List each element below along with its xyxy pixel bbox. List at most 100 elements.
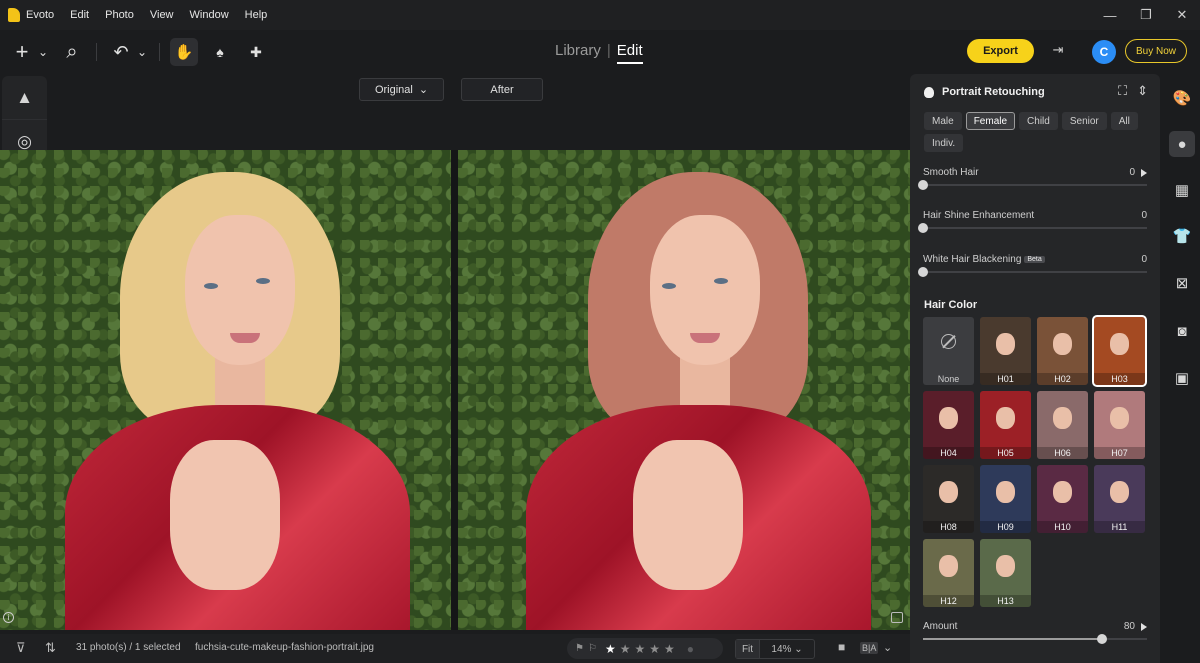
expand-arrow-icon[interactable] <box>1141 622 1147 631</box>
swatch-label: H11 <box>1094 521 1145 533</box>
chip-all[interactable]: All <box>1110 112 1138 130</box>
slider-handle[interactable] <box>1097 634 1108 644</box>
unflag-icon[interactable]: ⚐ <box>588 643 597 654</box>
slider-label: Amount <box>923 621 958 632</box>
face-select-icon[interactable]: ⛶ <box>1118 83 1127 99</box>
hair-swatch[interactable]: H06 <box>1037 391 1088 459</box>
hair-swatch[interactable]: H12 <box>923 539 974 607</box>
hair-swatch[interactable]: H07 <box>1094 391 1145 459</box>
slider-track[interactable] <box>923 227 1147 229</box>
undo-caret-icon[interactable]: ⌄ <box>135 38 149 66</box>
background-icon[interactable]: ▦ <box>1169 177 1195 203</box>
add-icon[interactable]: + <box>8 38 36 66</box>
hair-swatch[interactable]: H11 <box>1094 465 1145 533</box>
undo-icon[interactable]: ↶ <box>107 38 135 66</box>
tab-edit[interactable]: Edit <box>616 42 643 64</box>
zoom-select[interactable]: 14% ⌄ <box>760 644 814 655</box>
slider-handle[interactable] <box>918 267 928 277</box>
swatch-label: H13 <box>980 595 1031 607</box>
hair-swatch[interactable]: H05 <box>980 391 1031 459</box>
hair-swatch[interactable]: H10 <box>1037 465 1088 533</box>
chip-child[interactable]: Child <box>1019 112 1058 130</box>
hair-shine-value[interactable]: 0 <box>1141 210 1147 221</box>
hair-swatch[interactable]: H03 <box>1092 315 1147 387</box>
slider-track[interactable] <box>923 184 1147 186</box>
split-view-icon[interactable] <box>891 612 903 623</box>
restore-icon[interactable]: ❐ <box>1128 0 1164 30</box>
export-panel-icon[interactable]: ⇥ <box>1049 41 1067 59</box>
minimize-icon[interactable]: — <box>1092 0 1128 30</box>
menu-window[interactable]: Window <box>190 9 229 21</box>
avatar[interactable]: C <box>1092 40 1116 64</box>
slider-handle[interactable] <box>918 180 928 190</box>
star-icon[interactable]: ★ <box>620 642 631 656</box>
chip-female[interactable]: Female <box>965 112 1016 130</box>
color-label-icon[interactable]: ● <box>687 642 694 656</box>
hair-swatch[interactable]: None <box>923 317 974 385</box>
collapse-icon[interactable]: ⇕ <box>1137 83 1148 99</box>
star-icon[interactable]: ★ <box>634 642 645 656</box>
menu-evoto[interactable]: Evoto <box>26 9 54 21</box>
buy-now-button[interactable]: Buy Now <box>1125 39 1187 63</box>
bandage-icon[interactable]: ✚ <box>242 38 270 66</box>
hair-swatch[interactable]: H04 <box>923 391 974 459</box>
crop-icon[interactable]: ⊠ <box>1169 270 1195 296</box>
folder-view-icon[interactable]: ▣ <box>1169 365 1195 391</box>
close-icon[interactable]: ✕ <box>1164 0 1200 30</box>
right-tool-rail: 🎨 ● ▦ 👕 ⊠ ◙ ▣ <box>1162 74 1200 663</box>
search-icon[interactable]: ⌕ <box>58 38 86 66</box>
after-button[interactable]: After <box>461 78 543 101</box>
white-hair-label: White Hair Blackening <box>923 254 1022 265</box>
info-icon[interactable]: i <box>3 612 14 623</box>
expand-arrow-icon[interactable] <box>1141 168 1147 177</box>
swatch-label: H05 <box>980 447 1031 459</box>
slider-value: 0 <box>1141 210 1147 221</box>
slider-handle[interactable] <box>918 223 928 233</box>
adjust-icon[interactable]: ▲ <box>2 76 47 120</box>
star-icon[interactable]: ★ <box>649 642 660 656</box>
white-hair-value[interactable]: 0 <box>1141 254 1147 265</box>
photo-original[interactable] <box>0 150 451 630</box>
hair-swatch[interactable]: H08 <box>923 465 974 533</box>
panel-title: Portrait Retouching <box>924 86 1045 98</box>
star-rating[interactable]: ★ ★ ★ ★ ★ <box>605 642 675 656</box>
tab-library[interactable]: Library <box>555 42 601 64</box>
menu-edit[interactable]: Edit <box>70 9 89 21</box>
filter-icon[interactable]: ⊽ <box>16 640 26 656</box>
portrait-icon[interactable]: ● <box>1169 131 1195 157</box>
menu-view[interactable]: View <box>150 9 174 21</box>
menu-help[interactable]: Help <box>245 9 268 21</box>
chevron-down-icon[interactable]: ⌄ <box>883 641 892 654</box>
slider-value: 0 <box>1129 167 1147 178</box>
export-button[interactable]: Export <box>967 39 1034 63</box>
fit-button[interactable]: Fit <box>736 640 760 658</box>
hair-brush-icon[interactable]: ♠ <box>206 38 234 66</box>
hair-swatch[interactable]: H02 <box>1037 317 1088 385</box>
hair-swatch[interactable]: H13 <box>980 539 1031 607</box>
menu-photo[interactable]: Photo <box>105 9 134 21</box>
photo-after[interactable] <box>458 150 910 630</box>
clothing-icon[interactable]: 👕 <box>1169 223 1195 249</box>
chip-senior[interactable]: Senior <box>1061 112 1107 130</box>
star-icon[interactable]: ★ <box>605 642 616 656</box>
star-icon[interactable]: ★ <box>664 642 675 656</box>
chip-male[interactable]: Male <box>924 112 962 130</box>
slider-track[interactable] <box>923 271 1147 273</box>
hand-tool-icon[interactable]: ✋ <box>170 38 198 66</box>
camera-icon[interactable]: ◙ <box>1169 318 1195 344</box>
swatch-label: H03 <box>1094 373 1145 385</box>
add-caret-icon[interactable]: ⌄ <box>36 38 50 66</box>
hair-swatch[interactable]: H09 <box>980 465 1031 533</box>
original-dropdown[interactable]: Original ⌄ <box>359 78 444 101</box>
single-view-icon[interactable]: ■ <box>838 640 845 654</box>
before-after-icon[interactable]: B|A <box>860 642 879 654</box>
smooth-hair-value[interactable]: 0 <box>1129 167 1135 178</box>
chip-individual[interactable]: Indiv. <box>924 134 964 152</box>
palette-icon[interactable]: 🎨 <box>1169 85 1195 111</box>
amount-value[interactable]: 80 <box>1124 621 1135 632</box>
toolbar-divider <box>159 43 160 61</box>
sort-icon[interactable]: ⇅ <box>45 640 56 656</box>
hair-swatch[interactable]: H01 <box>980 317 1031 385</box>
bottom-bar: ⊽ ⇅ 31 photo(s) / 1 selected fuchsia-cut… <box>0 634 910 663</box>
flag-icon[interactable]: ⚑ <box>575 643 584 654</box>
